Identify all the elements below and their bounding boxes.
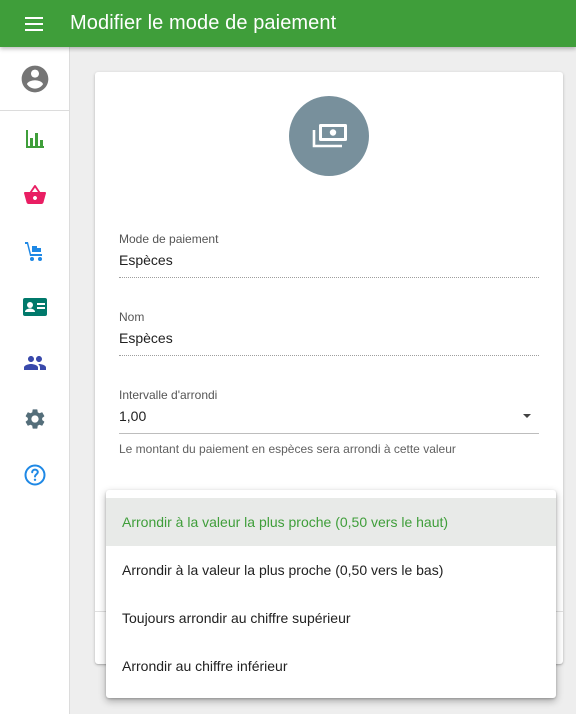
sidebar-item-contact[interactable] — [0, 279, 69, 335]
rounding-interval-value: 1,00 — [119, 408, 147, 424]
people-icon — [23, 356, 46, 370]
gear-icon — [25, 409, 44, 429]
rounding-option-nearest-up[interactable]: Arrondir à la valeur la plus proche (0,5… — [106, 498, 556, 546]
payment-mode-label: Mode de paiement — [119, 232, 219, 246]
name-field[interactable]: Nom Espèces — [119, 310, 539, 356]
select-underline — [119, 433, 539, 434]
payment-mode-field[interactable]: Mode de paiement Espèces — [119, 232, 539, 278]
menu-icon — [25, 16, 43, 31]
rounding-interval-label: Intervalle d'arrondi — [119, 388, 218, 402]
field-underline — [119, 277, 539, 278]
cash-icon — [312, 124, 347, 148]
sidebar-item-people[interactable] — [0, 335, 69, 391]
field-underline — [119, 355, 539, 356]
sidebar-item-delivery[interactable] — [0, 223, 69, 279]
sidebar-item-settings[interactable] — [0, 391, 69, 447]
hand-truck-icon — [24, 242, 42, 261]
rounding-interval-row[interactable]: 1,00 — [119, 408, 539, 424]
payment-mode-value: Espèces — [119, 252, 173, 268]
sidebar-item-basket[interactable] — [0, 167, 69, 223]
help-icon — [24, 464, 45, 486]
rounding-option-always-up[interactable]: Toujours arrondir au chiffre supérieur — [106, 594, 556, 642]
page-title: Modifier le mode de paiement — [70, 12, 337, 34]
rounding-interval-select[interactable]: Intervalle d'arrondi 1,00 Le montant du … — [119, 388, 539, 456]
contact-card-icon — [22, 298, 47, 316]
sidebar-item-help[interactable] — [0, 447, 69, 503]
rounding-option-always-down[interactable]: Arrondir au chiffre inférieur — [106, 642, 556, 690]
name-value: Espèces — [119, 330, 173, 346]
sidebar-item-account[interactable] — [0, 47, 69, 111]
basket-icon — [23, 185, 46, 204]
rounding-option-nearest-down[interactable]: Arrondir à la valeur la plus proche (0,5… — [106, 546, 556, 594]
name-label: Nom — [119, 310, 145, 324]
app-bar: Modifier le mode de paiement — [0, 0, 576, 47]
menu-button[interactable] — [0, 0, 68, 47]
bar-chart-icon — [25, 130, 44, 148]
card-icon-circle — [289, 96, 369, 176]
account-circle-icon — [21, 65, 48, 92]
dropdown-arrow-icon[interactable] — [519, 408, 535, 424]
sidebar — [0, 47, 70, 714]
rounding-helper-text: Le montant du paiement en espèces sera a… — [119, 442, 456, 456]
sidebar-item-stats[interactable] — [0, 111, 69, 167]
rounding-options-menu: Arrondir à la valeur la plus proche (0,5… — [106, 490, 556, 698]
